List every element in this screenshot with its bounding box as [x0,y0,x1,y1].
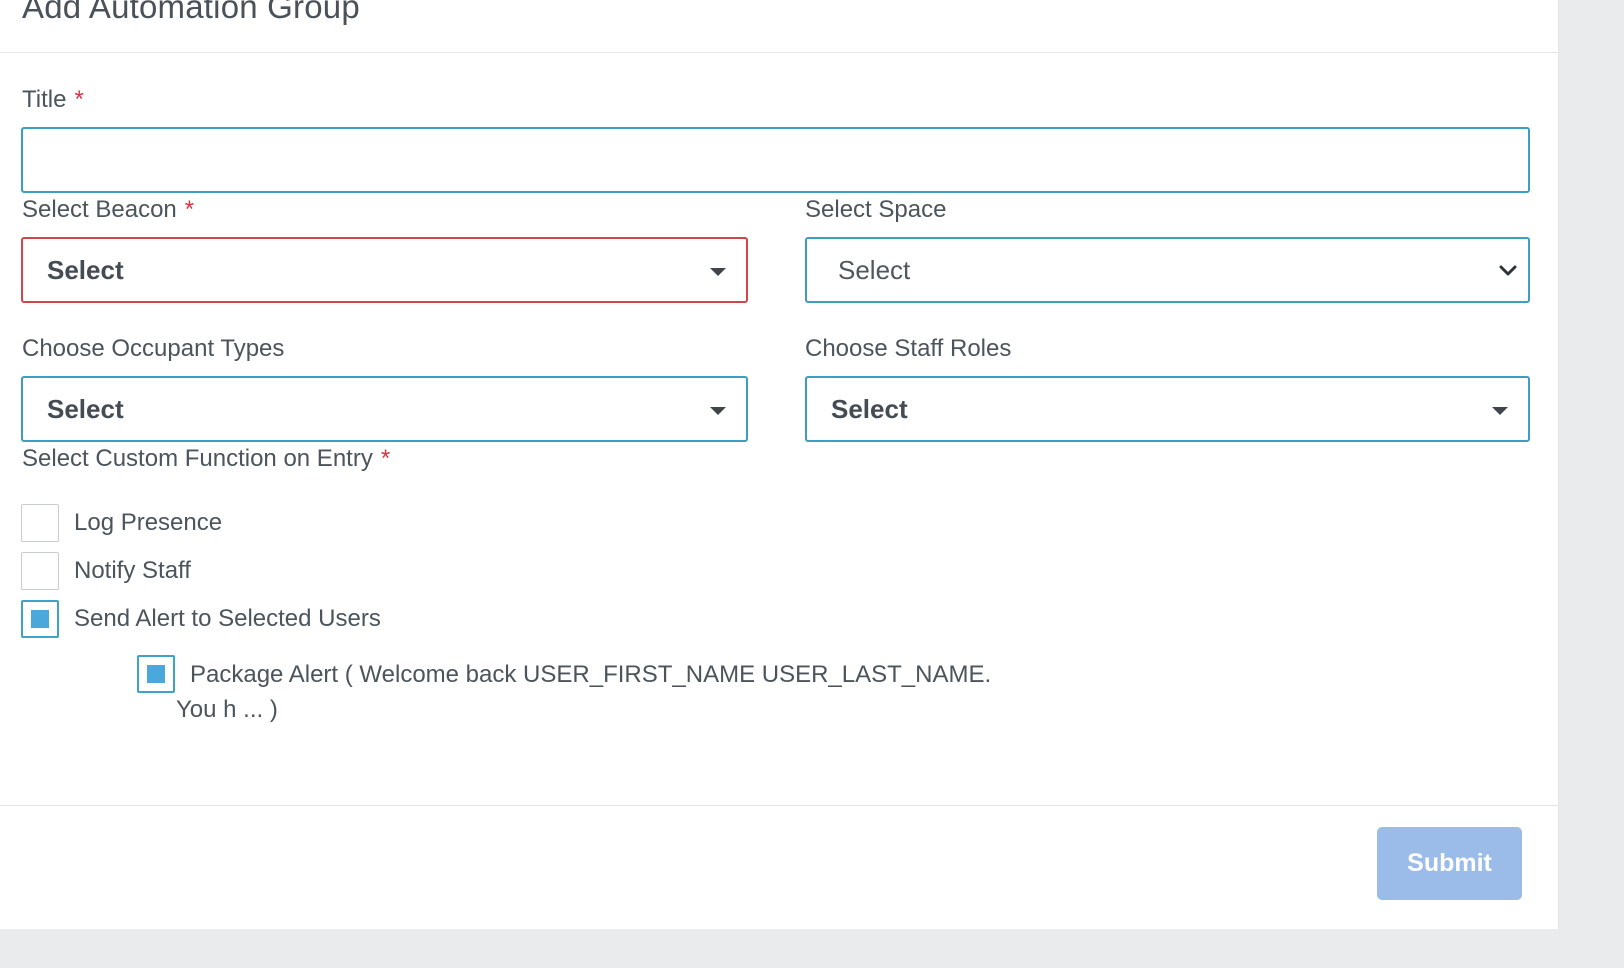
footer-divider [0,805,1558,806]
package-alert-checkbox[interactable] [137,655,175,693]
add-automation-group-modal: Add Automation Group Title * Select Beaco… [0,0,1559,929]
custom-function-label: Select Custom Function on Entry * [22,445,390,473]
space-select[interactable]: Select [805,237,1530,303]
caret-down-icon [710,407,726,415]
custom-function-label-text: Select Custom Function on Entry [22,445,373,472]
package-alert-label-line2[interactable]: You h ... ) [176,696,278,724]
space-label: Select Space [805,196,947,223]
beacon-select-value: Select [47,255,124,285]
title-label-text: Title [22,86,67,113]
beacon-label: Select Beacon * [22,196,194,224]
caret-down-icon [710,268,726,276]
notify-staff-checkbox[interactable] [21,552,59,590]
log-presence-label[interactable]: Log Presence [74,509,222,537]
title-input[interactable] [21,127,1530,193]
log-presence-checkbox[interactable] [21,504,59,542]
staff-roles-select-value: Select [831,394,908,424]
modal-title: Add Automation Group [22,0,360,25]
beacon-label-text: Select Beacon [22,196,177,223]
custom-function-required-mark: * [380,445,391,472]
title-label: Title * [22,86,84,114]
beacon-required-mark: * [184,196,195,223]
occupant-types-select[interactable]: Select [21,376,748,442]
occupant-types-label: Choose Occupant Types [22,335,285,362]
send-alert-checkbox[interactable] [21,600,59,638]
submit-button[interactable]: Submit [1377,827,1522,900]
package-alert-label-line1[interactable]: Package Alert ( Welcome back USER_FIRST_… [190,661,991,689]
checkbox-checked-mark [147,665,165,683]
send-alert-label[interactable]: Send Alert to Selected Users [74,605,381,633]
notify-staff-label[interactable]: Notify Staff [74,557,191,585]
caret-down-icon [1492,407,1508,415]
modal-header: Add Automation Group [0,0,1558,53]
checkbox-checked-mark [31,610,49,628]
chevron-down-icon [1499,265,1517,276]
title-required-mark: * [74,86,84,113]
staff-roles-label: Choose Staff Roles [805,335,1012,362]
occupant-types-select-value: Select [47,394,124,424]
beacon-select[interactable]: Select [21,237,748,303]
space-select-value: Select [838,255,911,285]
staff-roles-select[interactable]: Select [805,376,1530,442]
